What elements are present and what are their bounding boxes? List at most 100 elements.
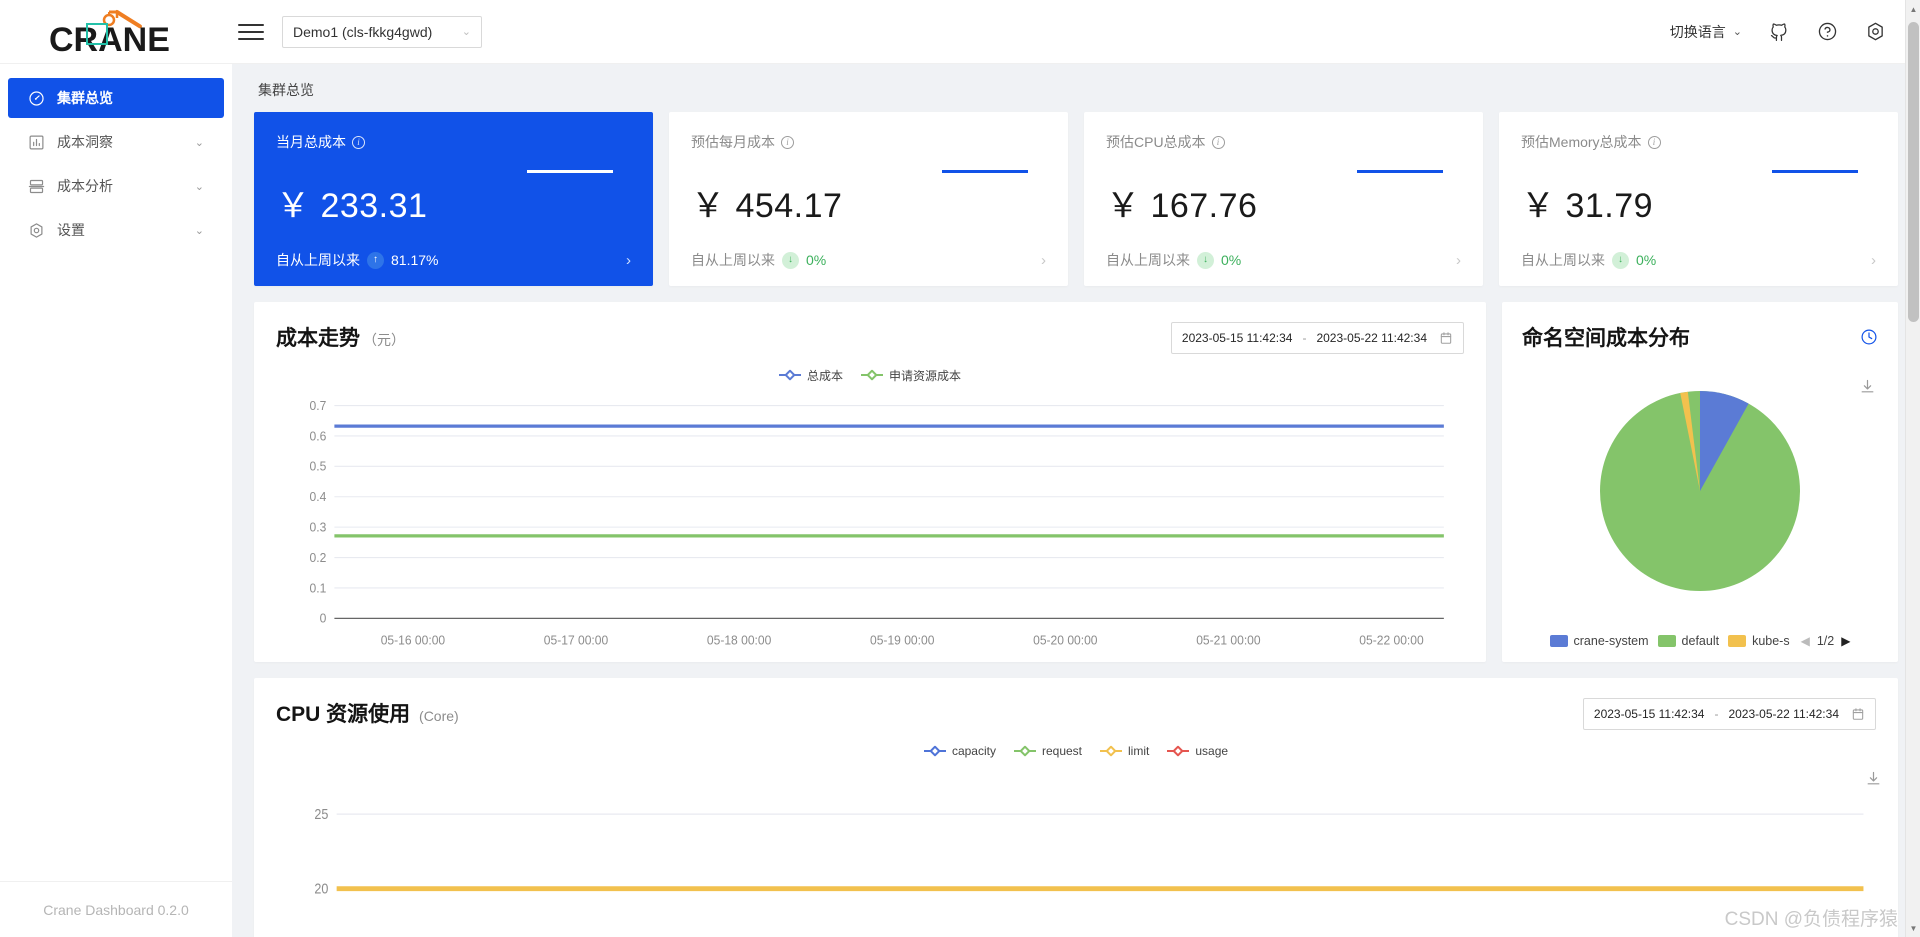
legend-item-usage[interactable]: usage — [1167, 744, 1228, 758]
pie-legend-item-kube-system[interactable]: kube-s — [1728, 634, 1790, 648]
sidebar-menu: 集群总览 成本洞察 ⌄ 成本分析 ⌄ 设置 ⌄ — [0, 78, 232, 250]
sidebar-item-label: 成本洞察 — [57, 134, 113, 150]
dashboard-icon — [28, 90, 45, 107]
chevron-down-icon: ⌄ — [1732, 26, 1742, 38]
menu-toggle-icon[interactable] — [238, 19, 264, 45]
kpi-card-estimated-monthly-cost[interactable]: 预估每月成本 i ￥ 454.17 自从上周以来 ↓ 0% › — [669, 112, 1068, 286]
kpi-detail-chevron-icon[interactable]: › — [1041, 252, 1046, 269]
legend-swatch-icon — [1549, 635, 1568, 647]
kpi-card-estimated-cpu-cost[interactable]: 预估CPU总成本 i ￥ 167.76 自从上周以来 ↓ 0% › — [1084, 112, 1483, 286]
legend-next-page-icon[interactable]: ▶ — [1841, 634, 1850, 648]
date-range-start: 2023-05-15 11:42:34 — [1181, 331, 1293, 345]
kpi-detail-chevron-icon[interactable]: › — [1871, 252, 1876, 269]
cluster-selector-value: Demo1 (cls-fkkg4gwd) — [293, 23, 433, 40]
kpi-detail-chevron-icon[interactable]: › — [626, 252, 631, 269]
namespace-cost-distribution-panel: 命名空间成本分布 crane-system default kube-s ◀ 1… — [1502, 302, 1898, 662]
info-icon[interactable]: i — [1647, 135, 1661, 149]
cpu-date-range-picker[interactable]: 2023-05-15 11:42:34 - 2023-05-22 11:42:3… — [1582, 698, 1876, 730]
arrow-down-icon: ↓ — [1197, 251, 1214, 269]
kpi-title-label: 预估Memory总成本 — [1521, 134, 1642, 150]
clock-icon[interactable] — [1860, 328, 1878, 346]
kpi-sparkline — [527, 170, 613, 173]
cluster-selector[interactable]: Demo1 (cls-fkkg4gwd) ⌄ — [282, 15, 482, 48]
legend-label: kube-s — [1752, 634, 1790, 648]
kpi-since-label: 自从上周以来 — [1106, 252, 1190, 268]
kpi-delta-value: 81.17% — [391, 252, 439, 268]
sidebar-item-cost-insight[interactable]: 成本洞察 ⌄ — [8, 122, 224, 162]
help-icon[interactable] — [1816, 21, 1838, 43]
layout-icon — [28, 178, 45, 195]
date-range-end: 2023-05-22 11:42:34 — [1728, 707, 1839, 721]
kpi-card-monthly-total-cost[interactable]: 当月总成本 i ￥ 233.31 自从上周以来 ↑ 81.17% › — [254, 112, 653, 286]
scrollbar-thumb[interactable] — [1908, 22, 1919, 322]
kpi-since-label: 自从上周以来 — [691, 252, 775, 268]
kpi-value: ￥ 454.17 — [691, 186, 843, 225]
sidebar: 集群总览 成本洞察 ⌄ 成本分析 ⌄ 设置 ⌄ Crane Dashboard … — [0, 64, 232, 937]
page-scrollbar[interactable]: ▲ ▼ — [1905, 0, 1920, 937]
app-header: CRANE Demo1 (cls-fkkg4gwd) ⌄ 切换语言 ⌄ — [0, 0, 1920, 64]
legend-label: default — [1681, 634, 1720, 648]
kpi-delta-group: 自从上周以来 ↓ 0% — [691, 250, 826, 270]
legend-label: limit — [1128, 744, 1150, 758]
kpi-value: ￥ 167.76 — [1106, 186, 1258, 225]
chevron-down-icon: ⌄ — [194, 224, 204, 237]
legend-item-capacity[interactable]: capacity — [923, 744, 996, 758]
cost-trend-date-range-picker[interactable]: 2023-05-15 11:42:34 - 2023-05-22 11:42:3… — [1170, 322, 1464, 354]
kpi-title-label: 预估每月成本 — [691, 134, 775, 150]
kpi-middle: ￥ 454.17 — [691, 154, 1046, 250]
kpi-title: 预估CPU总成本 i — [1106, 132, 1461, 152]
header-left-group: Demo1 (cls-fkkg4gwd) ⌄ — [232, 15, 482, 48]
main-content: 集群总览 当月总成本 i ￥ 233.31 自从上周以来 ↑ 81.17% › … — [232, 64, 1920, 937]
breadcrumb: 集群总览 — [258, 82, 314, 98]
chevron-down-icon: ⌄ — [194, 180, 204, 193]
cpu-panel-title-unit: (Core) — [419, 708, 459, 724]
sidebar-item-settings[interactable]: 设置 ⌄ — [8, 210, 224, 250]
legend-label: 总成本 — [806, 368, 843, 383]
info-icon[interactable]: i — [1211, 135, 1225, 149]
legend-item-limit[interactable]: limit — [1100, 744, 1149, 758]
kpi-title: 当月总成本 i — [276, 132, 631, 152]
kpi-card-row: 当月总成本 i ￥ 233.31 自从上周以来 ↑ 81.17% › 预估每月成… — [254, 112, 1898, 286]
charts-row: 成本走势 （元） 2023-05-15 11:42:34 - 2023-05-22… — [254, 302, 1898, 662]
legend-prev-page-icon[interactable]: ◀ — [1801, 634, 1810, 648]
kpi-footer: 自从上周以来 ↓ 0% › — [1106, 250, 1461, 270]
sidebar-item-cost-analysis[interactable]: 成本分析 ⌄ — [8, 166, 224, 206]
legend-item-request[interactable]: request — [1013, 744, 1082, 758]
download-icon[interactable] — [1859, 378, 1876, 395]
kpi-delta-value: 0% — [1221, 252, 1242, 268]
pie-legend-item-default[interactable]: default — [1657, 634, 1720, 648]
cost-trend-title: 成本走势 （元） — [276, 322, 405, 352]
sidebar-item-cluster-overview[interactable]: 集群总览 — [8, 78, 224, 118]
calendar-icon — [1851, 707, 1865, 721]
legend-item-requested-resource-cost[interactable]: 申请资源成本 — [861, 367, 961, 384]
header-right-group: 切换语言 ⌄ — [1670, 21, 1920, 43]
scroll-up-arrow-icon[interactable]: ▲ — [1906, 0, 1920, 18]
legend-item-total-cost[interactable]: 总成本 — [778, 367, 843, 384]
namespace-pie-legend: crane-system default kube-s ◀ 1/2 ▶ — [1522, 630, 1878, 648]
kpi-delta-group: 自从上周以来 ↓ 0% — [1106, 250, 1241, 270]
kpi-detail-chevron-icon[interactable]: › — [1456, 252, 1461, 269]
kpi-card-estimated-memory-cost[interactable]: 预估Memory总成本 i ￥ 31.79 自从上周以来 ↓ 0% › — [1499, 112, 1898, 286]
scroll-down-arrow-icon[interactable]: ▼ — [1906, 919, 1920, 937]
crane-logo[interactable]: CRANE — [0, 0, 232, 64]
pie-legend-item-crane-system[interactable]: crane-system — [1549, 634, 1649, 648]
cost-trend-chart: 0.7 0.6 0.5 0.4 0.3 0.2 0.1 0 05-16 00:0… — [276, 386, 1464, 652]
legend-marker-icon — [778, 369, 801, 381]
legend-page-indicator: 1/2 — [1816, 634, 1835, 648]
legend-marker-icon — [1167, 745, 1190, 757]
kpi-footer: 自从上周以来 ↓ 0% › — [1521, 250, 1876, 270]
settings-icon[interactable] — [1864, 21, 1886, 43]
kpi-footer: 自从上周以来 ↑ 81.17% › — [276, 250, 631, 270]
info-icon[interactable]: i — [352, 135, 365, 149]
namespace-panel-header: 命名空间成本分布 — [1522, 322, 1878, 352]
info-icon[interactable]: i — [781, 135, 794, 149]
kpi-middle: ￥ 31.79 — [1521, 154, 1876, 250]
github-icon[interactable] — [1768, 21, 1790, 43]
language-switcher[interactable]: 切换语言 ⌄ — [1670, 22, 1742, 42]
date-range-start: 2023-05-15 11:42:34 — [1593, 707, 1705, 721]
legend-marker-icon — [1100, 745, 1123, 757]
cost-trend-title-unit: （元） — [363, 332, 405, 348]
svg-text:CRANE: CRANE — [49, 21, 170, 56]
cpu-chart-legend: capacity request limit usage — [276, 742, 1880, 785]
calendar-icon — [1439, 331, 1453, 345]
